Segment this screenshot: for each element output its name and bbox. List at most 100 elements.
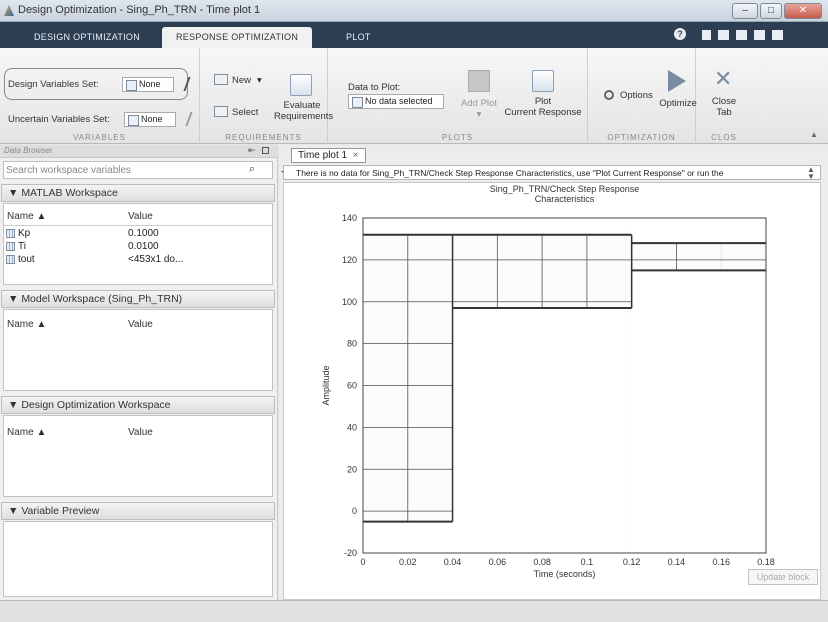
options-gear-icon[interactable] [604, 90, 614, 100]
plot-current-line1: Plot [534, 96, 552, 107]
layout-tile-icon[interactable] [702, 30, 711, 40]
table-row[interactable]: Kp 0.1000 [4, 228, 272, 240]
panel-maximize-icon[interactable] [262, 147, 269, 154]
close-x-icon[interactable]: ✕ [714, 68, 732, 90]
table-row[interactable]: Ti 0.0100 [4, 241, 272, 253]
layout-left-icon[interactable] [754, 30, 765, 40]
help-icon[interactable]: ? [674, 28, 686, 40]
variable-preview-header[interactable]: ▼ Variable Preview [1, 502, 275, 520]
variable-value: <453x1 do... [128, 254, 184, 265]
close-tab-button[interactable]: Close Tab [702, 96, 746, 118]
y-tick-label: 20 [347, 464, 357, 474]
tab-design-optimization[interactable]: DESIGN OPTIMIZATION [20, 27, 154, 48]
plot-current-line2: Current Response [504, 107, 582, 118]
y-tick-label: 0 [352, 506, 357, 516]
close-section-label: CLOS [711, 133, 737, 142]
plots-section-label: PLOTS [441, 133, 474, 142]
step-response-chart[interactable]: 0 0.02 0.04 0.06 0.08 0.1 0.12 0.14 0.16 0.18-200… [284, 183, 822, 601]
tab-response-optimization[interactable]: RESPONSE OPTIMIZATION [162, 27, 313, 48]
uncertain-variables-dropdown[interactable]: None [124, 112, 176, 127]
chart-title: Characteristics [535, 194, 595, 204]
design-optimization-workspace-title: Design Optimization Workspace [21, 399, 171, 411]
new-requirement-button[interactable]: New [232, 75, 251, 86]
y-tick-label: 80 [347, 339, 357, 349]
evaluate-requirements-button[interactable]: Evaluate Requirements [274, 100, 334, 122]
data-to-plot-label: Data to Plot: [348, 82, 401, 93]
x-tick-label: 0.14 [668, 557, 686, 567]
new-requirement-icon[interactable] [214, 74, 228, 85]
minimize-button[interactable]: – [732, 3, 758, 19]
variable-value: 0.1000 [128, 228, 159, 239]
x-tick-label: 0.08 [533, 557, 551, 567]
select-requirement-button[interactable]: Select [232, 107, 258, 118]
time-plot-tab[interactable]: Time plot 1 × [291, 148, 366, 163]
options-button[interactable]: Options [620, 90, 653, 101]
variable-preview-body [3, 521, 273, 597]
x-tick-label: 0.12 [623, 557, 641, 567]
select-requirement-icon[interactable] [214, 106, 228, 117]
chevron-down-icon[interactable]: ▾ [257, 75, 262, 86]
plot-current-response-icon[interactable] [532, 70, 554, 92]
layout-single-icon[interactable] [772, 30, 783, 40]
search-box[interactable]: Search workspace variables ⌕ [3, 161, 273, 179]
requirements-section-label: REQUIREMENTS [225, 133, 302, 142]
optimization-section-label: OPTIMIZATION [607, 133, 676, 142]
banner-scroll-icon[interactable]: ▲ ▼ [807, 166, 815, 181]
optimize-button[interactable]: Optimize [654, 98, 702, 109]
optimization-section: Options Optimize OPTIMIZATION [588, 48, 697, 144]
model-workspace-header[interactable]: ▼ Model Workspace (Sing_Ph_TRN) [1, 290, 275, 308]
layout-columns-icon[interactable] [718, 30, 729, 40]
design-optimization-workspace-header[interactable]: ▼ Design Optimization Workspace [1, 396, 275, 414]
search-icon[interactable]: ⌕ [249, 163, 255, 176]
plot-canvas[interactable]: 0 0.02 0.04 0.06 0.08 0.1 0.12 0.14 0.16 0.18 -20 0… [283, 182, 821, 600]
bound-region [631, 218, 766, 244]
y-tick-label: 100 [342, 297, 357, 307]
collapse-ribbon-icon[interactable]: ▲ [810, 130, 818, 139]
add-plot-button[interactable]: Add Plot [452, 98, 506, 109]
title-bar: Design Optimization - Sing_Ph_TRN - Time… [0, 0, 828, 22]
warning-banner: There is no data for Sing_Ph_TRN/Check S… [283, 165, 821, 180]
y-axis-label: Amplitude [321, 365, 331, 405]
evaluate-requirements-icon[interactable] [290, 74, 312, 96]
update-block-button[interactable]: Update block [748, 569, 818, 585]
y-tick-label: 60 [347, 381, 357, 391]
layout-rows-icon[interactable] [736, 30, 747, 40]
add-plot-icon[interactable] [468, 70, 490, 92]
chevron-down-icon[interactable]: ▾ [452, 109, 506, 120]
design-variables-dropdown[interactable]: None [122, 77, 174, 92]
close-icon[interactable]: × [353, 150, 359, 161]
y-tick-label: 120 [342, 255, 357, 265]
data-to-plot-dropdown[interactable]: No data selected [348, 94, 444, 109]
bound-region [363, 521, 453, 553]
model-workspace-table: Name ▲ Value [3, 309, 273, 391]
matlab-workspace-header[interactable]: ▼ MATLAB Workspace [1, 184, 275, 202]
value-column-header[interactable]: Value [128, 211, 153, 222]
evaluate-label-line2: Requirements [274, 111, 334, 122]
variable-preview-title: Variable Preview [21, 505, 100, 517]
x-tick-label: 0.02 [399, 557, 417, 567]
variable-name: tout [18, 254, 35, 265]
play-icon[interactable] [668, 70, 686, 92]
design-optimization-workspace-table: Name ▲ Value [3, 415, 273, 497]
y-tick-label: 40 [347, 422, 357, 432]
value-column-header[interactable]: Value [128, 427, 153, 438]
panel-dock-icon[interactable]: ⇤ [248, 145, 256, 156]
name-column-header[interactable]: Name ▲ [7, 211, 46, 222]
close-label-line1: Close [711, 96, 737, 107]
header-divider [4, 225, 272, 226]
name-column-header[interactable]: Name ▲ [7, 319, 46, 330]
model-workspace-title: Model Workspace (Sing_Ph_TRN) [21, 293, 183, 305]
table-row[interactable]: tout <453x1 do... [4, 254, 272, 266]
name-column-header[interactable]: Name ▲ [7, 427, 46, 438]
maximize-button[interactable]: □ [760, 3, 782, 19]
close-window-button[interactable]: ✕ [784, 3, 822, 19]
value-column-header[interactable]: Value [128, 319, 153, 330]
variable-name: Ti [18, 241, 26, 252]
app-icon [4, 5, 14, 16]
search-input[interactable]: Search workspace variables [6, 165, 131, 176]
edit-pencil-icon[interactable] [177, 112, 193, 126]
x-tick-label: 0.18 [757, 557, 775, 567]
tab-plot[interactable]: PLOT [332, 27, 385, 48]
plot-current-response-button[interactable]: Plot Current Response [504, 96, 582, 118]
status-bar [0, 600, 828, 622]
